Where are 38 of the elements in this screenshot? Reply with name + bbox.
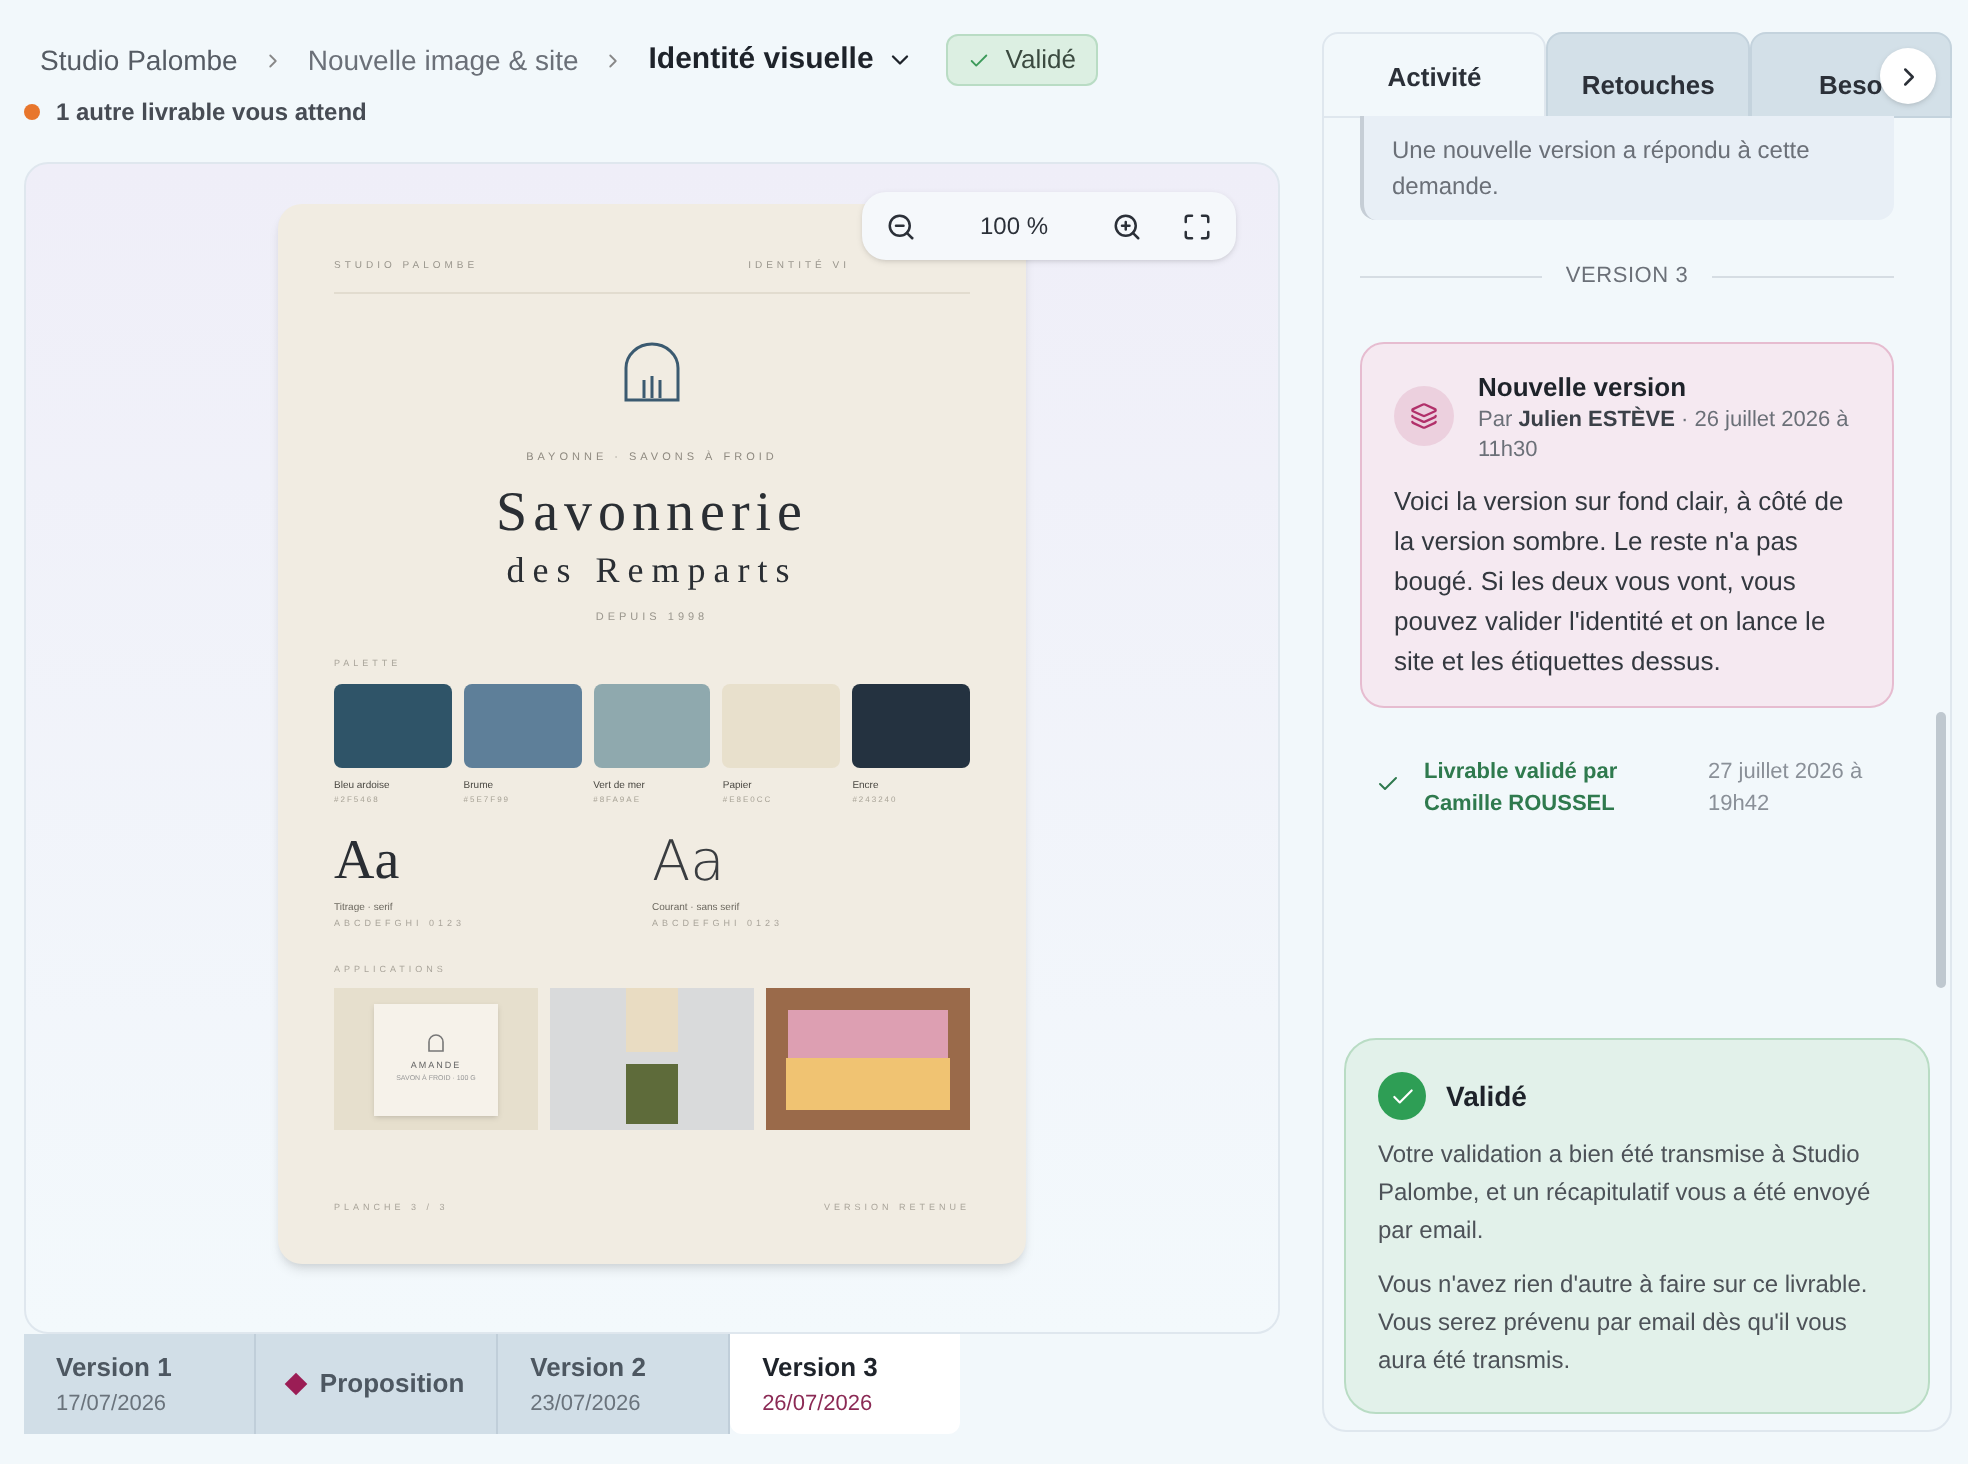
version-tab[interactable]: Version 2 23/07/2026 xyxy=(498,1334,731,1434)
zoom-in-button[interactable] xyxy=(1112,211,1143,241)
zoom-in-icon xyxy=(1112,211,1143,241)
status-badge: Validé xyxy=(945,34,1098,86)
note-text: Une nouvelle version a répondu à cette demande. xyxy=(1392,134,1812,204)
check-mark-icon xyxy=(1389,1083,1415,1109)
fullscreen-button[interactable] xyxy=(1182,211,1213,241)
font-sample: Aa xyxy=(334,830,402,895)
version-tab[interactable]: Version 3 26/07/2026 xyxy=(730,1334,960,1434)
event-title: Nouvelle version xyxy=(1478,369,1689,405)
version-tab[interactable]: Version 1 17/07/2026 xyxy=(24,1334,256,1434)
check-icon xyxy=(1376,772,1400,796)
check-icon xyxy=(967,49,990,71)
deliverable-dropdown[interactable]: Identité visuelle xyxy=(648,37,914,83)
status-message: Votre validation a bien été transmise à Studio Palombe, et un récapitulatif vous a été envoyé par email. xyxy=(1378,1138,1873,1248)
zoom-out-button[interactable] xyxy=(886,211,916,241)
arch-logo-icon xyxy=(428,1034,444,1053)
status-message: Vous n'avez rien d'autre à faire sur ce livrable. Vous serez prévenu par email dès qu'il vous aura été transmis. xyxy=(1378,1268,1870,1378)
validation-event: Livrable validé par Camille ROUSSEL xyxy=(1424,758,1620,820)
arch-logo-icon xyxy=(624,341,680,401)
zoom-out-icon xyxy=(886,211,916,241)
version-tab[interactable]: Proposition xyxy=(255,1334,499,1434)
breadcrumb-link[interactable]: Nouvelle image & site xyxy=(307,39,579,81)
brand-title: Savonnerie xyxy=(496,481,808,546)
brand-subtitle: des Remparts xyxy=(506,547,798,594)
font-sample: Aa xyxy=(652,830,727,895)
stack-icon xyxy=(1410,402,1438,431)
version-divider-label: VERSION 3 xyxy=(1565,262,1689,292)
pending-notice: 1 autre livrable vous attend xyxy=(56,96,367,130)
panel-tab[interactable]: Activité xyxy=(1322,32,1547,118)
event-meta: Par Julien ESTÈVE · 26 juillet 2026 à 11h30 xyxy=(1478,406,1851,466)
breadcrumb-link[interactable]: Studio Palombe xyxy=(40,39,238,81)
event-message: Voici la version sur fond clair, à côté de la version sombre. Le reste n'a pas bougé. Si les deux vous vont, vous pouvez valider l'identité et on lance le site et les étiquettes dessus. xyxy=(1394,484,1846,680)
panel-tab[interactable]: Retouches xyxy=(1546,32,1750,118)
fullscreen-icon xyxy=(1182,211,1213,241)
status-title: Validé xyxy=(1446,1077,1527,1115)
zoom-level: 100 % xyxy=(980,210,1049,244)
validation-date: 27 juillet 2026 à 19h42 xyxy=(1708,758,1865,820)
